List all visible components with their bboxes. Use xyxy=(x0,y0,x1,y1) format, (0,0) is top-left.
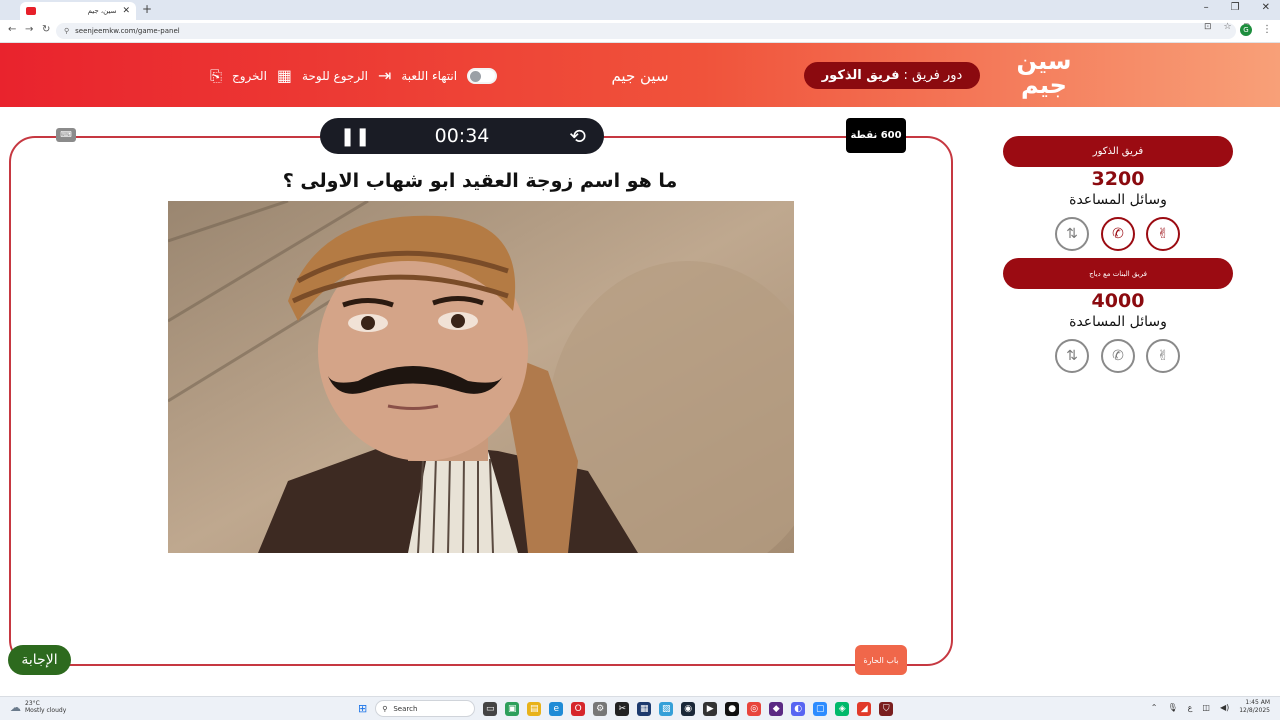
team-2-phone-icon[interactable]: ✆ xyxy=(1101,339,1135,373)
tab-close-icon[interactable]: ✕ xyxy=(122,6,130,16)
tab-title: سين، جيم xyxy=(87,7,117,15)
site-name: سين جيم xyxy=(611,67,669,85)
discord-app-icon[interactable]: ◐ xyxy=(791,701,806,716)
shield-app-icon[interactable]: ⛉ xyxy=(879,701,894,716)
taskbar-clock[interactable]: 1:45 AM 12/8/2025 xyxy=(1239,699,1270,715)
chevron-up-icon[interactable]: ⌃ xyxy=(1151,703,1158,712)
browser-tab[interactable]: سين، جيم ✕ xyxy=(20,2,136,20)
question-text: ما هو اسم زوجة العقيد ابو شهاب الاولى ؟ xyxy=(282,170,678,192)
browser-tabstrip: سين، جيم ✕ + – ❐ ✕ xyxy=(0,0,1280,20)
taskbar-apps: ⊞ ⚲ Search ▭ ▣ ▤ e O ⚙ ✂ ▦ ▨ ◉ ▶ ● ◎ ◆ ◐… xyxy=(358,700,894,717)
url-text: seenjeemkw.com/game-panel xyxy=(75,27,180,35)
translate-icon[interactable]: ⊡ xyxy=(1204,22,1212,32)
site-info-icon[interactable]: ⚲ xyxy=(64,27,69,35)
question-timer: ❚❚ 00:34 ⟲ xyxy=(320,118,604,154)
bookmark-star-icon[interactable]: ☆ xyxy=(1223,22,1231,32)
keyboard-icon[interactable]: ⌨ xyxy=(56,128,76,142)
toggle-knob xyxy=(470,70,482,82)
turn-prefix: دور فريق : xyxy=(903,68,963,83)
steam-app-icon[interactable]: ◉ xyxy=(681,701,696,716)
close-window-button[interactable]: ✕ xyxy=(1262,2,1270,13)
team-2-name: فريق البنات مع دياج xyxy=(1003,258,1233,289)
system-tray: ⌃ 🎙 ع ◫ ◀) 1:45 AM 12/8/2025 xyxy=(1151,699,1270,715)
team-1-name: فريق الذكور xyxy=(1003,136,1233,167)
photos-app-icon[interactable]: ▨ xyxy=(659,701,674,716)
xbox-app-icon[interactable]: ◈ xyxy=(835,701,850,716)
clock-date: 12/8/2025 xyxy=(1239,707,1270,714)
team-1-score: 3200 xyxy=(1091,168,1145,190)
team-1-aids-label: وسائل المساعدة xyxy=(1069,192,1167,208)
new-tab-button[interactable]: + xyxy=(142,2,152,16)
settings-app-icon[interactable]: ⚙ xyxy=(593,701,608,716)
category-button[interactable]: باب الحارة xyxy=(855,645,907,675)
site-logo[interactable]: سين جيم xyxy=(1016,49,1072,101)
clock-time: 1:45 AM xyxy=(1245,699,1270,706)
language-indicator[interactable]: ع xyxy=(1188,703,1193,712)
task-view-icon[interactable]: ▭ xyxy=(483,701,498,716)
back-arrow-icon[interactable]: ← xyxy=(8,24,16,35)
enter-arrow-icon[interactable]: ⇥ xyxy=(378,66,391,85)
site-favicon-icon xyxy=(26,7,36,15)
game-app-icon[interactable]: ◆ xyxy=(769,701,784,716)
media-app-icon[interactable]: ▶ xyxy=(703,701,718,716)
search-icon: ⚲ xyxy=(382,704,388,713)
end-game-toggle[interactable] xyxy=(467,67,498,84)
microphone-icon[interactable]: 🎙 xyxy=(1167,703,1177,712)
team-1-phone-icon[interactable]: ✆ xyxy=(1101,217,1135,251)
turn-team-name: فريق الذكور xyxy=(821,68,900,83)
edge-browser-icon[interactable]: e xyxy=(549,701,564,716)
opera-browser-icon[interactable]: O xyxy=(571,701,586,716)
search-placeholder: Search xyxy=(393,704,418,713)
team-1-peace-hand-icon[interactable]: ✌ xyxy=(1146,217,1180,251)
os-taskbar: ☁ 23°C Mostly cloudy ⊞ ⚲ Search ▭ ▣ ▤ e … xyxy=(0,696,1280,720)
video-editor-icon[interactable]: ◢ xyxy=(857,701,872,716)
forward-arrow-icon[interactable]: → xyxy=(25,24,33,35)
weather-widget[interactable]: ☁ 23°C Mostly cloudy xyxy=(10,700,66,714)
profile-avatar[interactable]: G xyxy=(1240,24,1252,36)
capcut-app-icon[interactable]: ✂ xyxy=(615,701,630,716)
exit-label[interactable]: الخروج xyxy=(232,69,267,83)
question-image xyxy=(168,201,794,553)
team-1-swap-icon[interactable]: ⇅ xyxy=(1055,217,1089,251)
obs-app-icon[interactable]: ● xyxy=(725,701,740,716)
window-controls: – ❐ ✕ xyxy=(1204,2,1270,13)
cloud-icon: ☁ xyxy=(10,700,21,714)
zoom-app-icon[interactable]: ▢ xyxy=(813,701,828,716)
temperature: 23°C xyxy=(25,700,40,707)
current-turn-badge: دور فريق : فريق الذكور xyxy=(804,62,980,89)
header-actions: انتهاء اللعبة ⇥ الرجوع للوحة ▦ الخروج ⎘ xyxy=(210,66,498,85)
end-game-label[interactable]: انتهاء اللعبة xyxy=(401,69,457,83)
back-to-board-label[interactable]: الرجوع للوحة xyxy=(302,69,368,83)
team-2-swap-icon[interactable]: ⇅ xyxy=(1055,339,1089,373)
show-answer-button[interactable]: الإجابة xyxy=(8,645,71,675)
minimize-button[interactable]: – xyxy=(1204,2,1209,13)
widgets-app-icon[interactable]: ▣ xyxy=(505,701,520,716)
browser-menu-icon[interactable]: ⋮ xyxy=(1262,24,1272,35)
weather-condition: Mostly cloudy xyxy=(25,707,67,714)
team-2-aids-label: وسائل المساعدة xyxy=(1069,314,1167,330)
reset-timer-icon[interactable]: ⟲ xyxy=(569,124,586,148)
chrome-browser-icon[interactable]: ◎ xyxy=(747,701,762,716)
windows-start-icon[interactable]: ⊞ xyxy=(358,702,367,715)
volume-icon[interactable]: ◀) xyxy=(1220,703,1229,712)
file-explorer-icon[interactable]: ▤ xyxy=(527,701,542,716)
timer-display: 00:34 xyxy=(434,125,490,147)
team-2-score: 4000 xyxy=(1091,290,1145,312)
browser-toolbar: ← → ↻ ⚲ seenjeemkw.com/game-panel ⊡ ☆ ⧉ … xyxy=(0,20,1280,43)
question-points-badge: 600 نقطة xyxy=(846,118,906,153)
exit-door-icon[interactable]: ⎘ xyxy=(210,67,222,85)
store-app-icon[interactable]: ▦ xyxy=(637,701,652,716)
address-bar[interactable]: ⚲ seenjeemkw.com/game-panel xyxy=(56,23,1236,39)
grid-icon[interactable]: ▦ xyxy=(277,66,292,85)
taskbar-search[interactable]: ⚲ Search xyxy=(375,700,476,717)
reload-icon[interactable]: ↻ xyxy=(42,24,50,35)
team-2-peace-hand-icon[interactable]: ✌ xyxy=(1146,339,1180,373)
network-icon[interactable]: ◫ xyxy=(1202,703,1210,712)
restore-button[interactable]: ❐ xyxy=(1231,2,1240,13)
